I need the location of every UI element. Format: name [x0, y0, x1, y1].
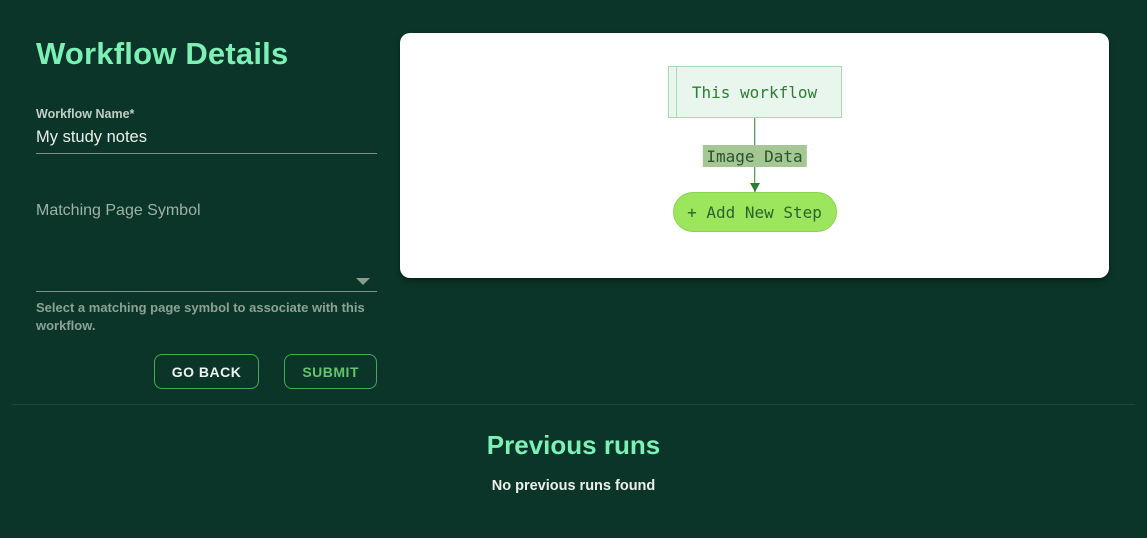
workflow-name-underline	[36, 153, 377, 154]
page-title: Workflow Details	[36, 36, 289, 71]
matching-page-symbol-helper: Select a matching page symbol to associa…	[36, 300, 365, 333]
arrow-down-icon	[749, 183, 760, 192]
submit-button[interactable]: SUBMIT	[284, 354, 377, 389]
previous-runs-section: Previous runs No previous runs found	[0, 430, 1147, 494]
add-new-step-button[interactable]: + Add New Step	[672, 192, 837, 232]
workflow-diagram: This workflow Image Data + Add New Step	[400, 33, 1109, 278]
matching-page-symbol-label: Matching Page Symbol	[36, 202, 201, 219]
workflow-form: Workflow Details Workflow Name* Matching…	[36, 36, 377, 396]
go-back-button[interactable]: GO BACK	[153, 354, 260, 389]
workflow-name-input[interactable]	[36, 128, 377, 147]
previous-runs-title: Previous runs	[486, 430, 661, 460]
edge-label: Image Data	[702, 145, 807, 167]
workflow-details-page: Workflow Details Workflow Name* Matching…	[0, 0, 1147, 538]
workflow-node[interactable]: This workflow	[667, 66, 842, 118]
section-divider	[12, 404, 1135, 405]
form-actions: GO BACK SUBMIT	[153, 354, 377, 389]
workflow-name-label: Workflow Name*	[36, 107, 135, 121]
matching-page-symbol-underline	[36, 291, 377, 292]
chevron-down-icon[interactable]	[356, 278, 370, 285]
workflow-diagram-card: This workflow Image Data + Add New Step	[400, 33, 1109, 278]
previous-runs-empty-message: No previous runs found	[491, 478, 656, 494]
